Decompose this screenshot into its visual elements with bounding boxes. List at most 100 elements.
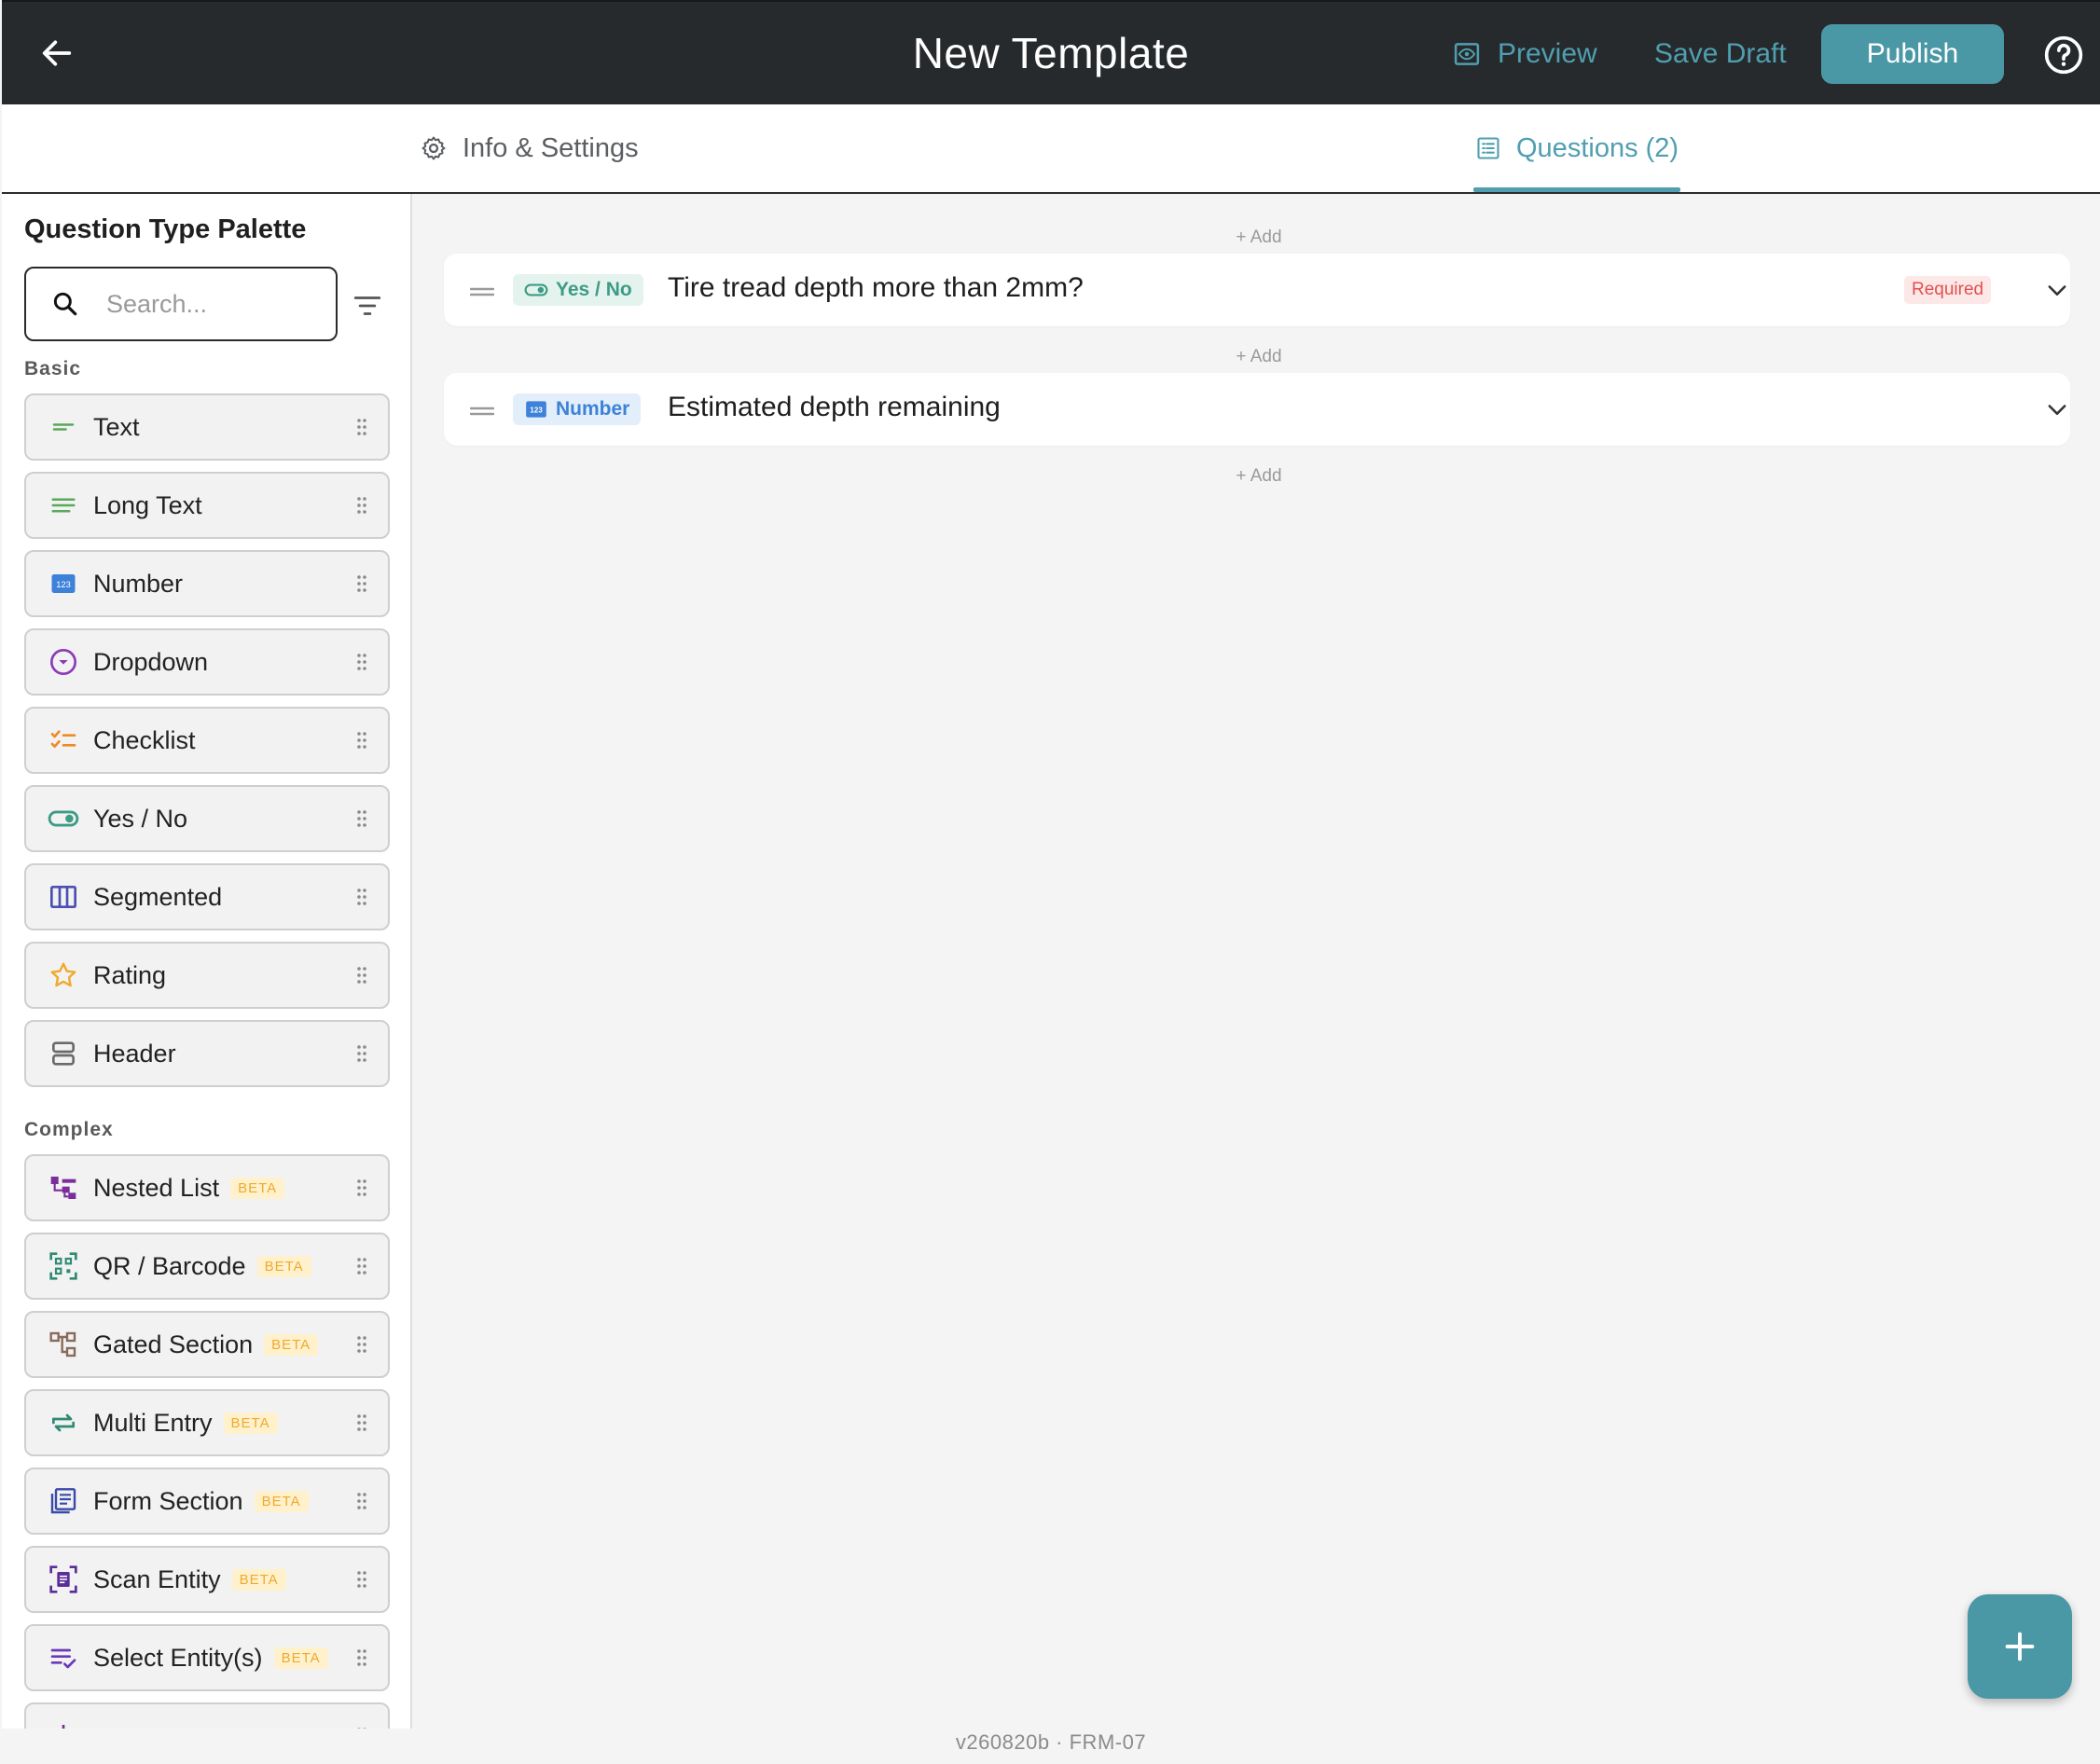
drag-handle-icon[interactable] (356, 653, 367, 671)
drag-handle-icon[interactable] (470, 287, 494, 296)
group-label-complex: Complex (24, 1119, 114, 1140)
search-icon (47, 285, 84, 323)
palette-item-scan-entity[interactable]: Scan Entity BETA (24, 1546, 390, 1613)
drag-handle-icon[interactable] (470, 407, 494, 416)
palette-item-label: Gated Section (93, 1330, 254, 1358)
chevron-down-icon[interactable] (2044, 277, 2070, 303)
tab-questions[interactable]: Questions (2) (1475, 104, 1679, 192)
nested-list-icon (47, 1171, 80, 1205)
question-type-badge: Yes / No (513, 274, 643, 306)
palette-item-header[interactable]: Header (24, 1020, 390, 1087)
active-tab-indicator (1473, 187, 1680, 192)
palette-item-checklist[interactable]: Checklist (24, 707, 390, 774)
number-123-icon: 123 (47, 567, 80, 600)
palette-item-label: Dropdown (93, 647, 209, 676)
plus-icon (2005, 1632, 2035, 1661)
svg-text:123: 123 (56, 580, 71, 589)
drag-handle-icon[interactable] (356, 574, 367, 593)
palette-item-multi-entry[interactable]: Multi Entry BETA (24, 1389, 390, 1456)
drag-handle-icon[interactable] (356, 1335, 367, 1354)
palette-item-rating[interactable]: Rating (24, 942, 390, 1009)
drag-handle-icon[interactable] (356, 1648, 367, 1667)
required-badge: Required (1904, 276, 1992, 304)
add-question-link[interactable]: + Add (1203, 347, 1315, 367)
palette-item-qr-barcode[interactable]: QR / Barcode BETA (24, 1233, 390, 1300)
palette-item-long-text[interactable]: Long Text (24, 472, 390, 539)
palette-search[interactable] (24, 267, 338, 341)
star-icon (47, 958, 80, 992)
filter-icon (353, 296, 381, 315)
palette-item-label: Rating (93, 960, 167, 989)
add-question-link[interactable]: + Add (1203, 227, 1315, 248)
add-fab-button[interactable] (1968, 1594, 2072, 1699)
drag-handle-icon[interactable] (356, 1257, 367, 1275)
toggle-icon (47, 802, 80, 835)
drag-handle-icon[interactable] (356, 1570, 367, 1589)
palette-item-gated-section[interactable]: Gated Section BETA (24, 1311, 390, 1378)
beta-badge: BETA (254, 1490, 309, 1512)
tab-questions-label: Questions (2) (1516, 132, 1679, 163)
tab-info-settings[interactable]: Info & Settings (420, 104, 639, 192)
add-question-link[interactable]: + Add (1203, 466, 1315, 487)
palette-item-label: Select Entity(s) (93, 1643, 263, 1672)
question-text: Tire tread depth more than 2mm? (668, 272, 1084, 303)
help-circle-icon (2044, 35, 2083, 75)
palette-item-select-entity[interactable]: Select Entity(s) BETA (24, 1624, 390, 1691)
question-type-label: Yes / No (556, 279, 632, 300)
text-long-icon (47, 489, 80, 522)
palette-item-label: Segmented (93, 882, 223, 911)
palette-item-text[interactable]: Text (24, 393, 390, 461)
back-button[interactable] (30, 26, 84, 80)
palette-item-segmented[interactable]: Segmented (24, 863, 390, 930)
help-button[interactable] (2042, 34, 2085, 76)
scan-entity-icon (47, 1563, 80, 1596)
beta-badge: BETA (223, 1412, 278, 1434)
svg-text:123: 123 (530, 406, 543, 414)
preview-button[interactable]: Preview (1453, 28, 1597, 80)
drag-handle-icon[interactable] (356, 888, 367, 906)
app-root: New Template Preview Save Draft Publish (2, 0, 2100, 1764)
question-card[interactable]: 123 Number Estimated depth remaining (444, 373, 2070, 446)
palette-item-label: Long Text (93, 490, 202, 519)
filter-button[interactable] (349, 287, 386, 324)
segmented-columns-icon (47, 880, 80, 914)
select-entity-icon (47, 1641, 80, 1674)
drag-handle-icon[interactable] (356, 731, 367, 750)
drag-handle-icon[interactable] (356, 418, 367, 436)
version-footer: v260820b · FRM-07 (955, 1730, 1147, 1754)
drag-handle-icon[interactable] (356, 1044, 367, 1063)
palette-item-label: Number (93, 569, 184, 598)
drag-handle-icon[interactable] (356, 809, 367, 828)
question-text: Estimated depth remaining (668, 392, 1001, 422)
preview-label: Preview (1498, 38, 1597, 69)
palette-item-yes-no[interactable]: Yes / No (24, 785, 390, 852)
publish-button[interactable]: Publish (1821, 24, 2004, 84)
arrow-left-icon (42, 40, 72, 66)
drag-handle-icon[interactable] (356, 496, 367, 515)
palette-item-label: Yes / No (93, 804, 188, 833)
search-input[interactable] (106, 289, 311, 319)
question-type-palette: Question Type Palette Basic Text (2, 194, 412, 1729)
drag-handle-icon[interactable] (356, 966, 367, 985)
header-rows-icon (47, 1037, 80, 1070)
palette-item-form-section[interactable]: Form Section BETA (24, 1468, 390, 1535)
palette-item-nested-list[interactable]: Nested List BETA (24, 1154, 390, 1221)
qr-scan-icon (47, 1249, 80, 1283)
palette-item-number[interactable]: 123 Number (24, 550, 390, 617)
drag-handle-icon[interactable] (356, 1178, 367, 1197)
palette-item-label: Checklist (93, 725, 196, 754)
beta-badge: BETA (273, 1647, 328, 1669)
beta-badge: BETA (230, 1177, 285, 1199)
drag-handle-icon[interactable] (356, 1413, 367, 1432)
drag-handle-icon[interactable] (356, 1727, 367, 1729)
toggle-icon (524, 283, 548, 296)
entity-icon (47, 1719, 80, 1729)
save-draft-button[interactable]: Save Draft (1654, 28, 1787, 80)
beta-badge: BETA (264, 1333, 319, 1356)
drag-handle-icon[interactable] (356, 1492, 367, 1510)
beta-badge: BETA (231, 1568, 286, 1591)
palette-item-dropdown[interactable]: Dropdown (24, 628, 390, 696)
chevron-down-icon[interactable] (2044, 396, 2070, 422)
question-card[interactable]: Yes / No Tire tread depth more than 2mm?… (444, 254, 2070, 326)
palette-item-partial[interactable] (24, 1702, 390, 1729)
